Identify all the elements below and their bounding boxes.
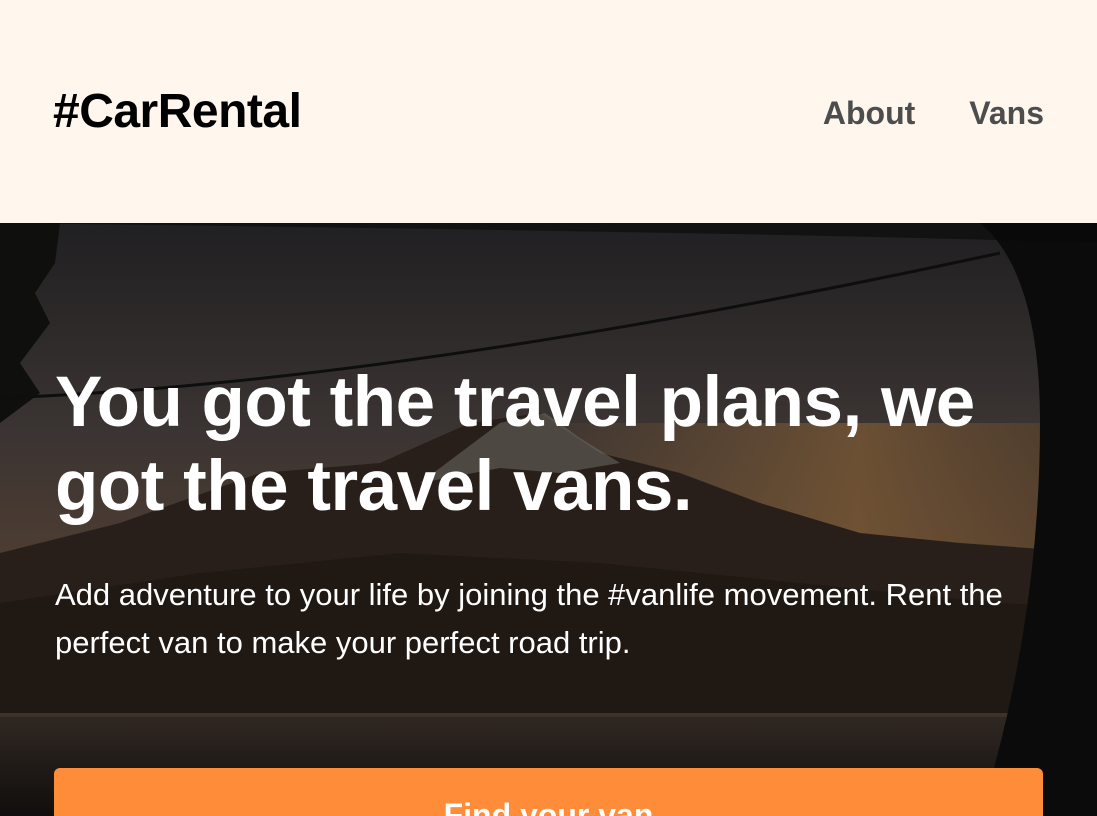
- find-van-button[interactable]: Find your van: [54, 768, 1043, 816]
- hero-title: You got the travel plans, we got the tra…: [55, 363, 975, 526]
- site-header: #CarRental About Vans: [0, 0, 1097, 223]
- site-logo[interactable]: #CarRental: [53, 84, 302, 140]
- hero-section: You got the travel plans, we got the tra…: [0, 223, 1097, 816]
- nav-link-vans[interactable]: Vans: [969, 94, 1044, 132]
- hero-subtitle: Add adventure to your life by joining th…: [55, 577, 1003, 660]
- main-nav: About Vans: [823, 94, 1044, 132]
- nav-link-about[interactable]: About: [823, 94, 915, 132]
